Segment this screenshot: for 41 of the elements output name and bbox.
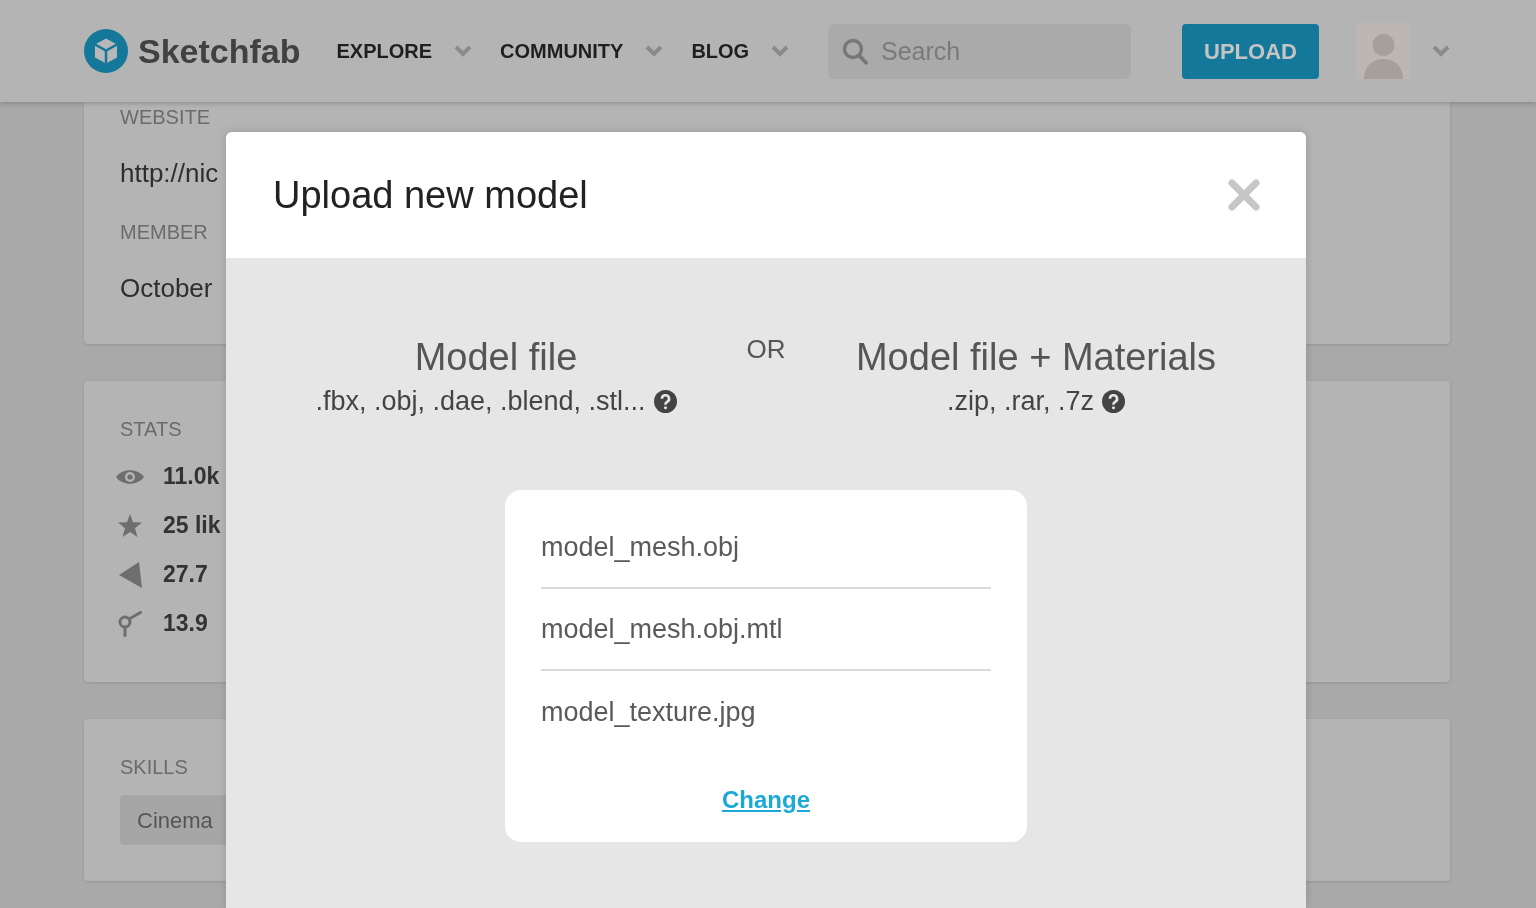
chevron-down-icon <box>454 45 473 57</box>
nav-menu-item[interactable]: EXPLORE <box>336 41 473 61</box>
star-icon <box>118 514 142 537</box>
stat-value: 25 lik <box>163 511 221 541</box>
field-label: MEMBER <box>120 220 208 244</box>
nav-menu-item[interactable]: COMMUNITY <box>500 41 664 61</box>
section-label: STATS <box>120 417 182 441</box>
field-value: October <box>120 272 213 304</box>
node-icon <box>118 610 142 637</box>
option-title: Model file <box>414 335 578 379</box>
close-icon <box>1228 179 1260 211</box>
option-title: Model file + Materials <box>855 335 1217 379</box>
format-list: .zip, .rar, .7z <box>946 385 1095 417</box>
field-label: WEBSITE <box>120 105 210 129</box>
separator-text: OR <box>746 335 786 363</box>
change-link[interactable]: Change <box>722 785 810 815</box>
cube-logo-icon[interactable] <box>84 29 128 73</box>
search-icon <box>842 37 868 65</box>
help-icon[interactable] <box>653 389 677 413</box>
chevron-down-icon <box>771 45 790 57</box>
file-name: model_mesh.obj.mtl <box>541 612 783 646</box>
dialog-title: Upload new model <box>273 173 588 218</box>
logo-text[interactable]: Sketchfab <box>138 34 301 68</box>
section-label: SKILLS <box>120 755 188 779</box>
skill-tag[interactable]: Cinema <box>120 795 226 845</box>
format-list: .fbx, .obj, .dae, .blend, .stl... <box>315 385 646 417</box>
nav-menu-item[interactable]: BLOG <box>691 41 790 61</box>
stat-value: 13.9 <box>163 609 208 639</box>
stat-value: 27.7 <box>163 560 208 590</box>
stat-value: 11.0k <box>163 462 220 492</box>
eye-icon <box>116 467 144 486</box>
avatar-icon[interactable] <box>1356 23 1411 79</box>
help-icon[interactable] <box>1102 389 1126 413</box>
chevron-down-icon <box>645 45 664 57</box>
file-name: model_mesh.obj <box>541 530 740 564</box>
field-value: http://nic <box>120 157 219 189</box>
file-name: model_texture.jpg <box>541 695 756 729</box>
triangle-icon <box>118 561 142 588</box>
close-button[interactable] <box>1228 179 1260 211</box>
upload-button[interactable]: UPLOAD <box>1182 23 1319 79</box>
caret-down-icon[interactable] <box>1432 45 1450 57</box>
